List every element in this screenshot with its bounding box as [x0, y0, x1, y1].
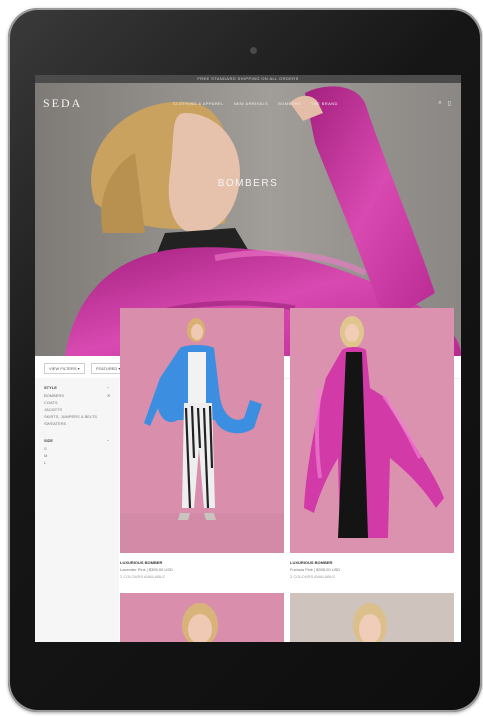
product-image[interactable] [290, 593, 454, 642]
nav-item-bombers[interactable]: BOMBERS [278, 101, 301, 106]
filter-option[interactable]: M [44, 453, 47, 458]
product-colors: 2 COLOURS AVAILABLE [290, 574, 335, 579]
product-card[interactable]: LUXURIOUS BOMBER Lavender Pink | $395.00… [120, 308, 284, 579]
filter-option[interactable]: L [44, 460, 46, 465]
hero-title: BOMBERS [217, 178, 279, 189]
announcement-bar: FREE STANDARD SHIPPING ON ALL ORDERS [35, 75, 461, 83]
product-image[interactable] [120, 593, 284, 642]
nav-item-the-brand[interactable]: THE BRAND [311, 101, 338, 106]
filter-style-heading[interactable]: STYLE [44, 385, 57, 390]
product-image[interactable] [290, 308, 454, 553]
collapse-icon[interactable]: − [107, 438, 109, 443]
filter-option[interactable]: BOMBERS [44, 393, 64, 398]
product-card[interactable]: LUXURIOUS BOMBER Fuchsia Pink | $395.00 … [290, 308, 454, 579]
filter-option[interactable]: SKIRTS, JUMPERS & BELTS [44, 414, 97, 419]
filter-option[interactable]: SWEATERS [44, 421, 66, 426]
filter-size-heading[interactable]: SIZE [44, 438, 53, 443]
product-name[interactable]: LUXURIOUS BOMBER [290, 560, 332, 565]
header-icons: ⌕ ▯ [438, 100, 451, 107]
camera-icon [250, 47, 257, 54]
filter-option[interactable]: S [44, 446, 47, 451]
filter-option[interactable]: JACKETS [44, 407, 62, 412]
main-nav: CLOTHING & APPAREL NEW ARRIVALS BOMBERS … [173, 101, 338, 106]
product-price: Fuchsia Pink | $395.00 USD [290, 567, 341, 572]
site-logo[interactable]: SEDA [43, 96, 82, 111]
collapse-icon[interactable]: − [107, 385, 109, 390]
filter-option[interactable]: COATS [44, 400, 57, 405]
product-name[interactable]: LUXURIOUS BOMBER [120, 560, 162, 565]
nav-item-new-arrivals[interactable]: NEW ARRIVALS [234, 101, 269, 106]
product-price: Lavender Pink | $395.00 USD [120, 567, 173, 572]
nav-item-clothing[interactable]: CLOTHING & APPAREL [173, 101, 224, 106]
search-icon[interactable]: ⌕ [438, 100, 441, 107]
product-card[interactable] [290, 593, 454, 642]
cart-icon[interactable]: ▯ [448, 100, 451, 107]
product-colors: 2 COLOURS AVAILABLE [120, 574, 165, 579]
screen: FREE STANDARD SHIPPING ON ALL ORDERS SED… [35, 75, 461, 642]
filter-sidebar: STYLE − BOMBERS ✕ COATS JACKETS SKIRTS, … [35, 378, 119, 642]
product-card[interactable] [120, 593, 284, 642]
product-image[interactable] [120, 308, 284, 553]
filter-dropdown[interactable]: VIEW FILTERS ▾ [44, 363, 85, 374]
remove-filter-icon[interactable]: ✕ [107, 393, 110, 398]
